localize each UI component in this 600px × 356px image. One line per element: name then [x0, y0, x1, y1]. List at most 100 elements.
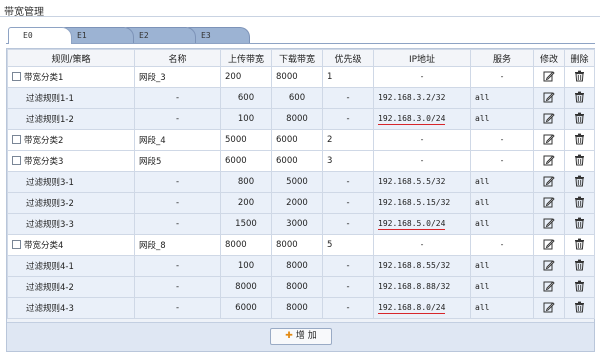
upload-cell-text: 100: [237, 114, 255, 124]
service-text: -: [499, 156, 505, 165]
download-cell: 8000: [271, 108, 323, 130]
add-button-label: 增 加: [295, 331, 317, 341]
service-cell: -: [470, 66, 534, 88]
service-text: -: [499, 135, 505, 144]
filter-rule-row: 过滤规则3-1 - 800 5000 - 192.168.5.5/32 all: [7, 171, 595, 193]
segment-name-cell-text: -: [175, 93, 180, 103]
ip-cell: 192.168.8.0/24: [373, 297, 471, 319]
rule-label: 过滤规则3-2: [26, 199, 74, 209]
delete-cell: [564, 297, 595, 319]
segment-name-cell: -: [134, 87, 221, 109]
pencil-icon[interactable]: [543, 217, 555, 232]
trash-icon[interactable]: [574, 217, 585, 232]
pencil-icon[interactable]: [543, 175, 555, 190]
segment-name-cell: -: [134, 297, 221, 319]
pencil-icon[interactable]: [543, 91, 555, 106]
bandwidth-class-row: 带宽分类1 网段_3 200 8000 1 - -: [7, 66, 595, 88]
row-checkbox[interactable]: [12, 135, 21, 144]
delete-cell: [564, 150, 595, 172]
delete-cell: [564, 66, 595, 88]
add-button[interactable]: ✚ 增 加: [270, 328, 332, 345]
edit-cell: [533, 297, 565, 319]
row-checkbox[interactable]: [12, 240, 21, 249]
pencil-icon[interactable]: [543, 196, 555, 211]
priority-cell-text: 3: [327, 156, 333, 166]
upload-cell: 200: [220, 192, 272, 214]
pencil-icon[interactable]: [543, 280, 555, 295]
pencil-icon[interactable]: [543, 259, 555, 274]
filter-rule-row: 过滤规则1-2 - 100 8000 - 192.168.3.0/24 all: [7, 108, 595, 130]
upload-cell-text: 200: [225, 72, 242, 82]
priority-cell: 3: [322, 150, 374, 172]
service-text: -: [499, 72, 505, 81]
segment-name-cell: -: [134, 255, 221, 277]
trash-icon[interactable]: [574, 70, 585, 85]
edit-cell: [533, 213, 565, 235]
bandwidth-class-row: 带宽分类4 网段_8 8000 8000 5 - -: [7, 234, 595, 256]
service-cell: -: [470, 234, 534, 256]
segment-name-cell-text: 网段5: [139, 157, 162, 167]
trash-icon[interactable]: [574, 238, 585, 253]
trash-icon[interactable]: [574, 175, 585, 190]
tab-e1[interactable]: E1: [62, 27, 134, 43]
col-header-ip: IP地址: [373, 49, 471, 67]
trash-icon[interactable]: [574, 259, 585, 274]
service-text: all: [475, 261, 490, 270]
class-name-cell: 带宽分类2: [7, 129, 135, 151]
upload-cell: 6000: [220, 150, 272, 172]
priority-cell-text: -: [346, 282, 350, 292]
priority-cell-text: -: [346, 219, 350, 229]
segment-name-cell: -: [134, 108, 221, 130]
delete-cell: [564, 171, 595, 193]
trash-icon[interactable]: [574, 112, 585, 127]
priority-cell: -: [322, 87, 374, 109]
trash-icon[interactable]: [574, 280, 585, 295]
service-cell: all: [470, 297, 534, 319]
ip-cell: -: [373, 66, 471, 88]
pencil-icon[interactable]: [543, 133, 555, 148]
trash-icon[interactable]: [574, 154, 585, 169]
ip-address: 192.168.5.5/32: [378, 177, 446, 186]
pencil-icon[interactable]: [543, 238, 555, 253]
segment-name-cell-text: 网段_8: [139, 241, 166, 251]
ip-cell: 192.168.5.15/32: [373, 192, 471, 214]
row-checkbox[interactable]: [12, 156, 21, 165]
pencil-icon[interactable]: [543, 154, 555, 169]
row-checkbox[interactable]: [12, 72, 21, 81]
priority-cell: 2: [322, 129, 374, 151]
priority-cell: 5: [322, 234, 374, 256]
tab-e0[interactable]: E0: [8, 27, 72, 44]
ip-cell: 192.168.3.0/24: [373, 108, 471, 130]
service-text: all: [475, 177, 490, 186]
service-cell: all: [470, 276, 534, 298]
download-cell: 5000: [271, 171, 323, 193]
trash-icon[interactable]: [574, 133, 585, 148]
ip-cell: -: [373, 150, 471, 172]
segment-name-cell: 网段5: [134, 150, 221, 172]
trash-icon[interactable]: [574, 196, 585, 211]
download-cell-text: 8000: [286, 282, 308, 292]
service-text: all: [475, 219, 490, 228]
trash-icon[interactable]: [574, 91, 585, 106]
segment-name-cell-text: 网段_3: [139, 73, 166, 83]
delete-cell: [564, 255, 595, 277]
upload-cell-text: 8000: [235, 282, 257, 292]
priority-cell-text: -: [346, 93, 350, 103]
download-cell: 6000: [271, 129, 323, 151]
edit-cell: [533, 150, 565, 172]
download-cell: 8000: [271, 66, 323, 88]
download-cell-text: 5000: [286, 177, 308, 187]
delete-cell: [564, 276, 595, 298]
service-cell: all: [470, 108, 534, 130]
priority-cell: -: [322, 192, 374, 214]
pencil-icon[interactable]: [543, 112, 555, 127]
trash-icon[interactable]: [574, 301, 585, 316]
pencil-icon[interactable]: [543, 301, 555, 316]
delete-cell: [564, 129, 595, 151]
priority-cell: -: [322, 297, 374, 319]
segment-name-cell-text: -: [175, 303, 180, 313]
download-cell-text: 8000: [276, 72, 298, 82]
download-cell: 6000: [271, 150, 323, 172]
tab-e2[interactable]: E2: [124, 27, 196, 43]
pencil-icon[interactable]: [543, 70, 555, 85]
